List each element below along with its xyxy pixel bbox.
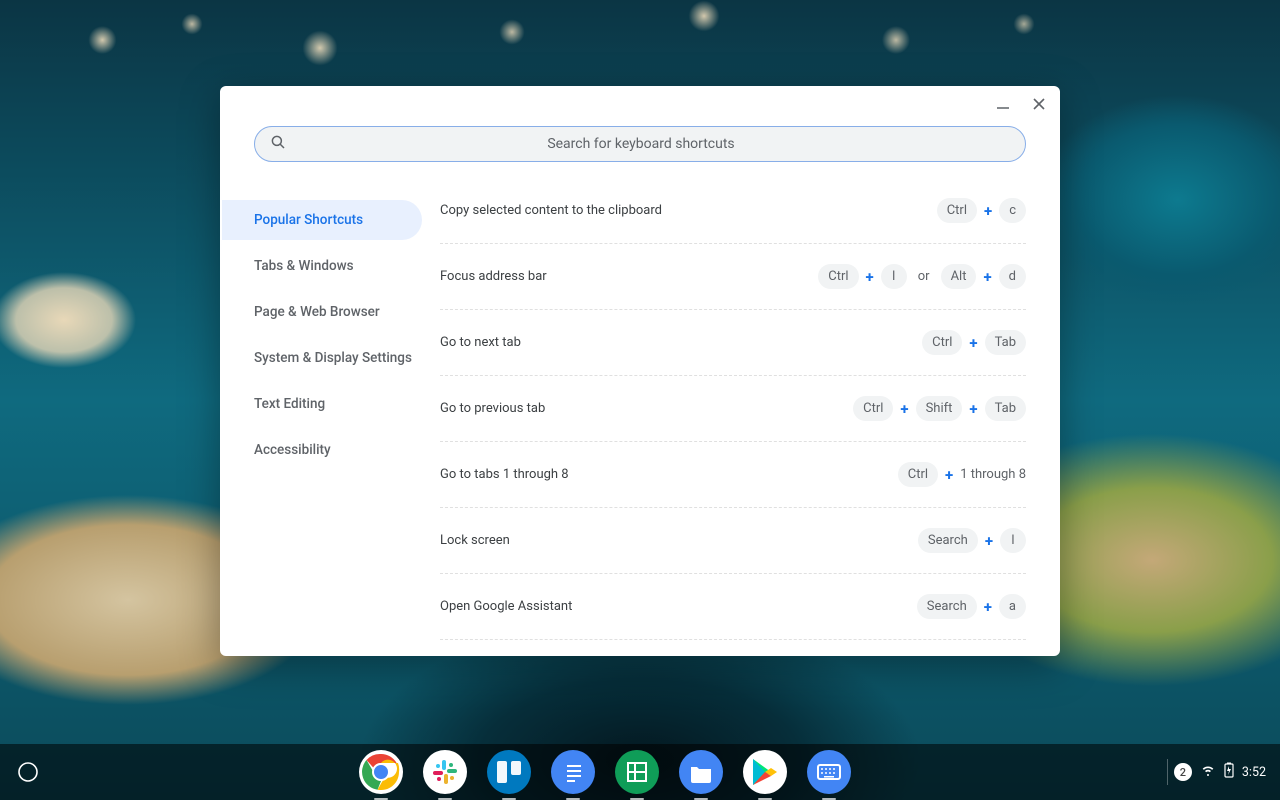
shortcut-label: Go to next tab — [440, 335, 521, 350]
sidebar-item-label: Tabs & Windows — [254, 258, 354, 274]
or-separator: or — [914, 269, 934, 284]
wifi-icon — [1200, 762, 1216, 782]
shortcuts-list: Copy selected content to the clipboard Ct… — [440, 178, 1060, 656]
sheets-icon[interactable] — [615, 750, 659, 794]
key-badge: d — [999, 264, 1026, 289]
minimize-icon[interactable] — [996, 96, 1010, 115]
shortcut-row: Go to tabs 1 through 8 Ctrl +1 through 8 — [440, 441, 1026, 507]
sidebar-item-label: Popular Shortcuts — [254, 212, 363, 228]
key-text: 1 through 8 — [960, 467, 1026, 482]
shortcut-row: Lock screen Search + l — [440, 507, 1026, 573]
battery-icon — [1224, 762, 1234, 782]
shelf: 2 3:52 — [0, 744, 1280, 800]
search-input[interactable] — [287, 127, 1025, 161]
sidebar-item-label: Text Editing — [254, 396, 325, 412]
key-badge: c — [999, 198, 1026, 223]
key-badge: Alt — [941, 264, 977, 289]
plus-icon: + — [866, 268, 874, 286]
sidebar-item-text-editing[interactable]: Text Editing — [222, 384, 440, 424]
titlebar — [220, 86, 1060, 126]
plus-icon: + — [900, 400, 908, 418]
key-badge: Shift — [916, 396, 963, 421]
sidebar-item-system-display-settings[interactable]: System & Display Settings — [222, 338, 440, 378]
key-badge: Ctrl — [818, 264, 858, 289]
shortcut-row: Go to next tab Ctrl + Tab — [440, 309, 1026, 375]
key-badge: a — [999, 594, 1026, 619]
chrome-icon[interactable] — [359, 750, 403, 794]
shortcut-keys: Ctrl +1 through 8 — [898, 462, 1026, 487]
trello-icon[interactable] — [487, 750, 531, 794]
sidebar-item-label: Page & Web Browser — [254, 304, 380, 320]
shortcut-keys: Ctrl + lor Alt + d — [818, 264, 1026, 289]
notifications-badge[interactable]: 2 — [1174, 763, 1192, 781]
plus-icon: + — [945, 466, 953, 484]
shortcut-label: Lock screen — [440, 533, 510, 548]
shortcut-label: Go to previous tab — [440, 401, 545, 416]
sidebar-item-label: Accessibility — [254, 442, 331, 458]
key-badge: Search — [918, 528, 978, 553]
sidebar-item-tabs-windows[interactable]: Tabs & Windows — [222, 246, 440, 286]
shortcut-row: Go to previous tab Ctrl + Shift + Tab — [440, 375, 1026, 441]
clock: 3:52 — [1242, 765, 1266, 780]
key-badge: Ctrl — [922, 330, 962, 355]
files-icon[interactable] — [679, 750, 723, 794]
key-badge: Ctrl — [898, 462, 938, 487]
plus-icon: + — [984, 598, 992, 616]
system-tray[interactable]: 2 3:52 — [1174, 762, 1280, 782]
shortcut-label: Focus address bar — [440, 269, 547, 284]
play-icon[interactable] — [743, 750, 787, 794]
search-box[interactable] — [254, 126, 1026, 162]
sidebar: Popular Shortcuts Tabs & Windows Page & We… — [220, 178, 440, 656]
keyboard-shortcuts-window: Popular Shortcuts Tabs & Windows Page & We… — [220, 86, 1060, 656]
shortcut-row: Copy selected content to the clipboard Ct… — [440, 178, 1026, 243]
key-badge: Tab — [985, 396, 1026, 421]
plus-icon: + — [984, 202, 992, 220]
key-badge: Ctrl — [937, 198, 977, 223]
shortcut-label: Go to tabs 1 through 8 — [440, 467, 569, 482]
content: Popular Shortcuts Tabs & Windows Page & We… — [220, 178, 1060, 656]
sidebar-item-label: System & Display Settings — [254, 350, 412, 366]
shelf-divider — [1167, 759, 1168, 785]
shortcut-label: Open Google Assistant — [440, 599, 572, 614]
key-badge: Ctrl — [853, 396, 893, 421]
search-icon — [255, 133, 287, 155]
shortcut-keys: Ctrl + Shift + Tab — [853, 396, 1026, 421]
sidebar-item-popular-shortcuts[interactable]: Popular Shortcuts — [222, 200, 422, 240]
shortcut-row: Focus address bar Ctrl + lor Alt + d — [440, 243, 1026, 309]
plus-icon: + — [969, 334, 977, 352]
key-badge: Search — [917, 594, 977, 619]
docs-icon[interactable] — [551, 750, 595, 794]
plus-icon: + — [985, 532, 993, 550]
key-badge: l — [1000, 528, 1026, 553]
shortcut-keys: Search + l — [918, 528, 1026, 553]
key-badge: l — [881, 264, 907, 289]
launcher-button[interactable] — [6, 750, 50, 794]
close-icon[interactable] — [1032, 96, 1046, 115]
plus-icon: + — [983, 268, 991, 286]
plus-icon: + — [969, 400, 977, 418]
search-wrap — [220, 126, 1060, 178]
shortcut-keys: Ctrl + Tab — [922, 330, 1026, 355]
slack-icon[interactable] — [423, 750, 467, 794]
shelf-apps — [50, 750, 1161, 794]
shortcut-keys: Ctrl + c — [937, 198, 1026, 223]
shortcut-row: Open new tabCtrl+t — [440, 639, 1026, 656]
sidebar-item-accessibility[interactable]: Accessibility — [222, 430, 440, 470]
key-badge: Tab — [985, 330, 1026, 355]
shortcut-row: Open Google Assistant Search + a — [440, 573, 1026, 639]
keyboard-icon[interactable] — [807, 750, 851, 794]
shortcut-keys: Search + a — [917, 594, 1026, 619]
sidebar-item-page-web-browser[interactable]: Page & Web Browser — [222, 292, 440, 332]
shortcut-label: Copy selected content to the clipboard — [440, 203, 662, 218]
